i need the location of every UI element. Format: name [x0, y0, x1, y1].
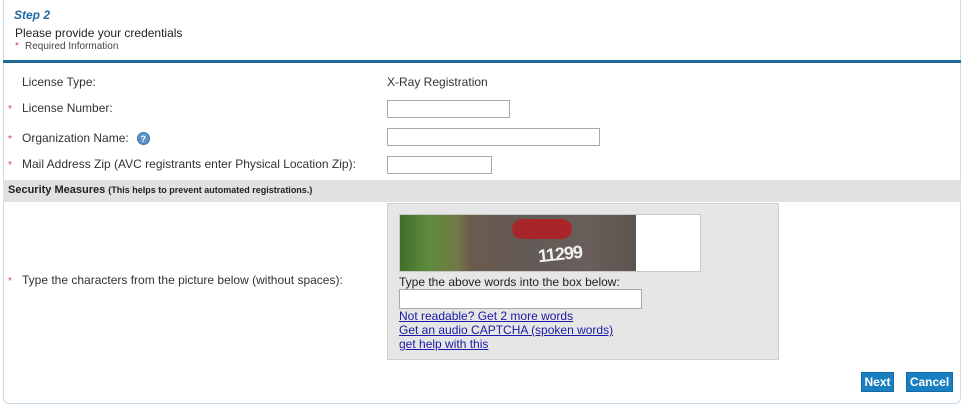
- license-type-value: X-Ray Registration: [387, 75, 488, 89]
- organization-name-label: Organization Name:: [22, 131, 129, 145]
- organization-name-label-group: * Organization Name:?: [8, 131, 150, 146]
- required-star: *: [8, 104, 12, 115]
- captcha-widget: 11299 Type the above words into the box …: [387, 203, 779, 360]
- captcha-image: 11299: [399, 214, 701, 272]
- license-number-label-group: * License Number:: [8, 101, 113, 115]
- zip-input[interactable]: [387, 156, 492, 174]
- step-subtitle: Please provide your credentials: [15, 26, 183, 40]
- captcha-help-link[interactable]: get help with this: [399, 337, 488, 351]
- captcha-more-words-link[interactable]: Not readable? Get 2 more words: [399, 309, 573, 323]
- license-type-label: License Type:: [22, 75, 96, 89]
- header-divider: [3, 60, 961, 63]
- captcha-audio-link[interactable]: Get an audio CAPTCHA (spoken words): [399, 323, 613, 337]
- required-star: *: [15, 41, 19, 52]
- security-measures-note: (This helps to prevent automated registr…: [108, 185, 313, 195]
- help-icon[interactable]: ?: [136, 132, 150, 146]
- captcha-instruction: Type the above words into the box below:: [399, 275, 620, 289]
- security-measures-title: Security Measures: [8, 184, 106, 196]
- license-number-input[interactable]: [387, 100, 510, 118]
- security-measures-title-group: Security Measures (This helps to prevent…: [8, 184, 312, 196]
- organization-name-input[interactable]: [387, 128, 600, 146]
- captcha-input[interactable]: [399, 289, 642, 309]
- license-number-label: License Number:: [22, 101, 113, 115]
- cancel-button[interactable]: Cancel: [906, 372, 953, 392]
- next-button[interactable]: Next: [861, 372, 894, 392]
- security-measures-header: Security Measures (This helps to prevent…: [3, 180, 961, 202]
- required-star: *: [8, 276, 12, 287]
- required-star: *: [8, 160, 12, 171]
- captcha-label: Type the characters from the picture bel…: [22, 273, 343, 287]
- required-star: *: [8, 134, 12, 145]
- step-title: Step 2: [14, 8, 51, 22]
- required-info-text: Required Information: [25, 41, 119, 52]
- required-info-note: * Required Information: [15, 41, 118, 52]
- captcha-label-group: * Type the characters from the picture be…: [8, 273, 343, 287]
- zip-label: Mail Address Zip (AVC registrants enter …: [22, 157, 356, 171]
- captcha-photo-reflector: [512, 219, 572, 239]
- zip-label-group: * Mail Address Zip (AVC registrants enter…: [8, 157, 356, 171]
